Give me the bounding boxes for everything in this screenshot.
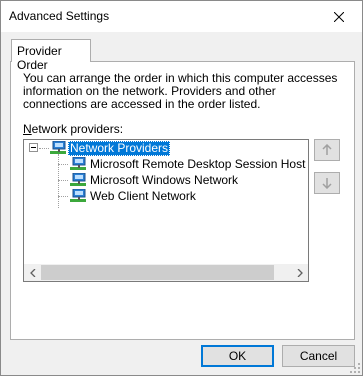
arrow-up-icon	[322, 144, 332, 155]
providers-tree[interactable]: Network Providers Microsoft Remote Deskt…	[23, 139, 309, 282]
scrollbar-thumb[interactable]	[41, 265, 274, 280]
network-icon	[70, 189, 86, 202]
ok-button[interactable]: OK	[201, 345, 274, 367]
scroll-left-button[interactable]	[24, 264, 41, 281]
title-bar: Advanced Settings	[1, 1, 362, 32]
tree-connector	[58, 180, 68, 181]
tree-root-item[interactable]: Network Providers	[68, 140, 171, 156]
chevron-left-icon	[29, 268, 35, 277]
chevron-right-icon	[297, 268, 303, 277]
tree-item-label: Microsoft Windows Network	[90, 172, 239, 187]
horizontal-scrollbar[interactable]	[24, 264, 308, 281]
tab-provider-order[interactable]: Provider Order	[11, 39, 91, 72]
network-icon	[50, 141, 66, 154]
tree-item[interactable]: Microsoft Remote Desktop Session Host Se…	[88, 156, 308, 172]
close-icon	[334, 11, 344, 22]
cancel-button[interactable]: Cancel	[282, 345, 355, 367]
tree-item-label: Web Client Network	[90, 188, 196, 203]
close-button[interactable]	[316, 1, 362, 32]
scroll-right-button[interactable]	[291, 264, 308, 281]
network-icon	[70, 157, 86, 170]
cancel-label: Cancel	[299, 349, 338, 363]
provider-order-panel: You can arrange the order in which this …	[10, 61, 355, 340]
network-providers-label: Network providers:	[23, 122, 123, 136]
arrow-down-icon	[322, 178, 332, 189]
network-icon	[70, 173, 86, 186]
tree-connector	[58, 154, 59, 208]
tab-label: Provider Order	[17, 44, 62, 72]
description-text: You can arrange the order in which this …	[23, 71, 338, 111]
tree-item-label: Microsoft Remote Desktop Session Host Se…	[90, 156, 308, 171]
tree-connector	[39, 148, 49, 149]
label-rest: etwork providers:	[31, 122, 124, 136]
label-mnemonic: N	[23, 122, 32, 136]
tree-item[interactable]: Microsoft Windows Network	[88, 172, 240, 188]
tree-root-label: Network Providers	[68, 140, 171, 156]
tree-content: Network Providers Microsoft Remote Deskt…	[24, 140, 308, 264]
tree-item[interactable]: Web Client Network	[88, 188, 198, 204]
resize-grip-icon[interactable]	[350, 363, 360, 373]
tree-connector	[58, 196, 68, 197]
tree-connector	[58, 164, 68, 165]
collapse-toggle[interactable]	[29, 143, 38, 152]
ok-label: OK	[228, 349, 247, 363]
move-down-button[interactable]	[314, 172, 340, 194]
advanced-settings-dialog: Advanced Settings Provider Order You can…	[0, 0, 363, 376]
window-title: Advanced Settings	[9, 9, 110, 23]
move-up-button[interactable]	[314, 139, 340, 161]
